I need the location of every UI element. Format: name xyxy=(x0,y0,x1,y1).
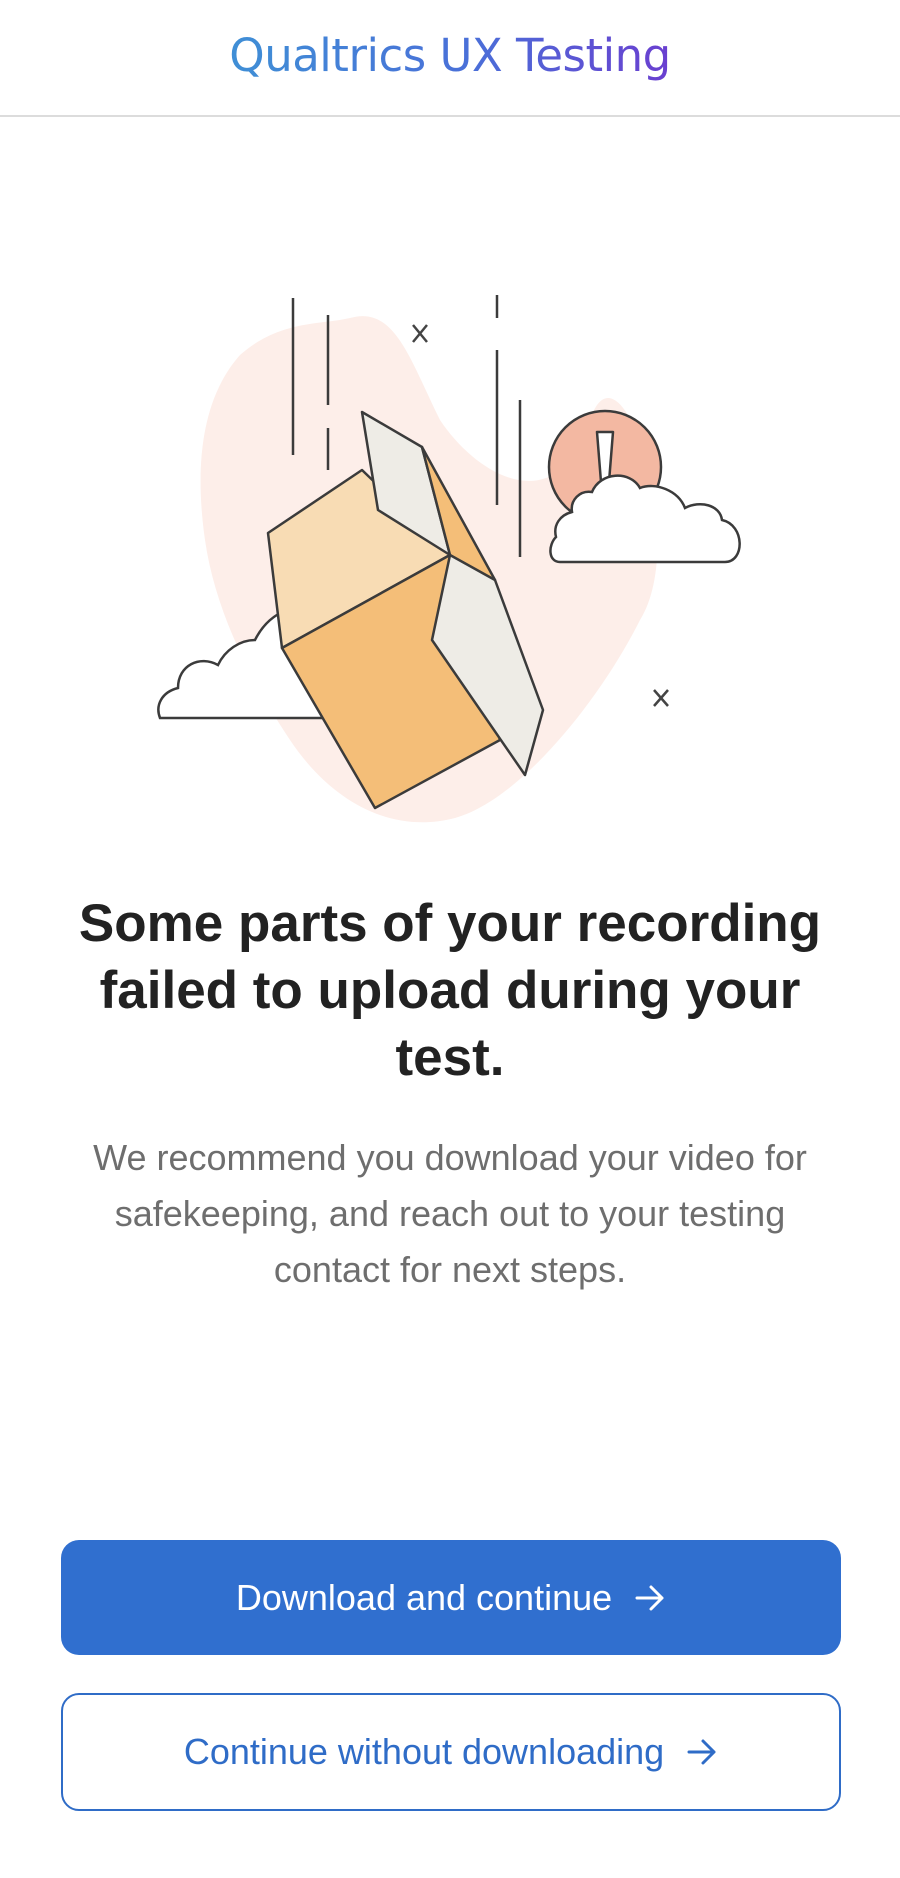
arrow-right-icon xyxy=(635,1585,664,1610)
page-description: We recommend you download your video for… xyxy=(93,1137,807,1290)
upload-failed-illustration xyxy=(150,285,750,830)
page-title: Some parts of your recording failed to u… xyxy=(78,894,822,1087)
close-icon xyxy=(653,689,669,707)
app-header: Qualtrics UX Testing xyxy=(0,0,900,117)
continue-button-label: Continue without downloading xyxy=(183,1731,665,1772)
download-and-continue-button[interactable]: Download and continue xyxy=(61,1540,841,1655)
continue-without-downloading-button[interactable]: Continue without downloading xyxy=(61,1693,841,1811)
download-button-label: Download and continue xyxy=(235,1576,613,1618)
arrow-right-icon xyxy=(687,1739,716,1765)
brand-title: Qualtrics UX Testing xyxy=(229,29,671,82)
close-icon xyxy=(412,324,428,343)
